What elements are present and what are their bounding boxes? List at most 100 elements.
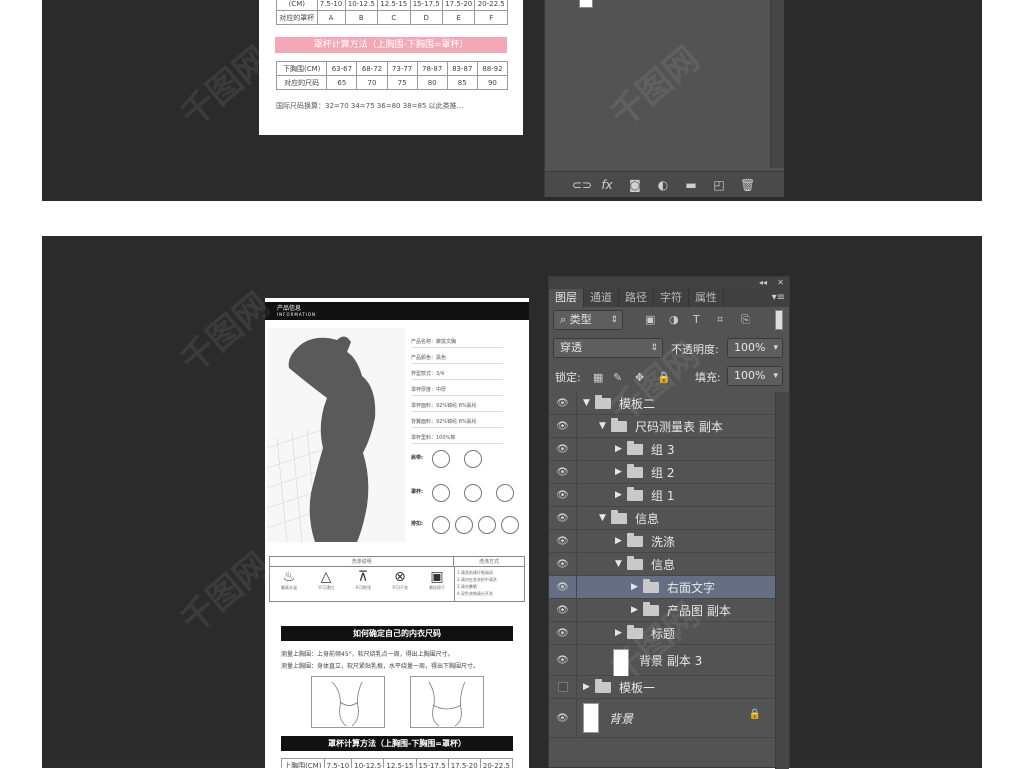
care-notes: 1.清洗前请仔细阅读 2.请勿在洗衣机中清洗 3.请勿暴晒 4.深色衣物请分开洗 — [454, 567, 524, 601]
expand-triangle-down-icon[interactable]: ▼ — [583, 392, 590, 414]
filter-toggle-switch[interactable] — [775, 310, 783, 330]
eye-visibility-icon[interactable]: 👁 — [549, 576, 577, 598]
layers-scrollbar[interactable] — [770, 0, 784, 168]
row-header-cell: (CM) — [276, 0, 318, 11]
layer-name: 组 3 — [651, 442, 675, 457]
cup-option-c — [496, 484, 514, 502]
collapse-triangle-right-icon[interactable]: ▶ — [615, 484, 622, 506]
layer-filter-select[interactable]: ⌕ 类型 ⇕ — [553, 310, 623, 330]
eye-visibility-icon[interactable]: 👁 — [549, 438, 577, 460]
layers-list: 👁 ▼ 模板二 👁 ▼ 尺码测量表 副本 👁 ▶ 组 3 👁 ▶ 组 2 👁 ▶ 组 1 👁 ▼ 信息 👁 ▶ 洗涤 👁 ▼… — [549, 392, 775, 738]
strap-option-label: 肩带: — [411, 455, 423, 461]
measure-instruction-1: 测量上胸围：上身前倾45°，软尺绕乳点一周，得出上胸围尺寸。 — [281, 651, 454, 658]
collapse-triangle-right-icon[interactable]: ▶ — [615, 461, 622, 483]
layers-scrollbar[interactable] — [775, 392, 789, 769]
eye-visibility-icon[interactable]: 👁 — [549, 415, 577, 437]
layer-row[interactable]: 👁 ▶ 组 2 — [549, 461, 775, 484]
double-chevron-left-icon[interactable]: ◂◂ — [759, 277, 767, 289]
collapse-triangle-right-icon[interactable]: ▶ — [631, 576, 638, 598]
collapse-triangle-right-icon[interactable]: ▶ — [631, 599, 638, 621]
opacity-value: 100% — [734, 341, 766, 354]
eye-visibility-icon[interactable]: 👁 — [549, 645, 577, 675]
collapse-triangle-right-icon[interactable]: ▶ — [615, 530, 622, 552]
layer-row[interactable]: 👁 ▼ 模板二 — [549, 392, 775, 415]
eye-visibility-icon[interactable]: 👁 — [549, 507, 577, 529]
link-layers-icon[interactable]: ⊂⊃ — [572, 178, 592, 192]
expand-triangle-down-icon[interactable]: ▼ — [599, 507, 606, 529]
table-cell: 15-17.5 — [409, 0, 443, 11]
eye-visibility-icon[interactable]: 👁 — [549, 461, 577, 483]
tab-4[interactable]: 属性 — [689, 289, 724, 307]
panel-menu-icon[interactable]: ▾≡ — [772, 289, 785, 307]
layer-row[interactable]: 👁 ▼ 信息 — [549, 553, 775, 576]
table-cell: 80 — [416, 75, 448, 90]
collapse-triangle-right-icon[interactable]: ▶ — [615, 438, 622, 460]
eye-visibility-icon[interactable]: 👁 — [549, 699, 577, 737]
layer-row[interactable]: 👁 ▶ 右面文字 — [549, 576, 775, 599]
tab-2[interactable]: 路径 — [619, 289, 654, 307]
pixel-filter-icon[interactable]: ▣ — [645, 313, 655, 326]
table-row: 下胸围(CM) 63-67 68-72 73-77 78-87 83-87 88-92 — [275, 61, 509, 76]
tab-1[interactable]: 通道 — [584, 289, 619, 307]
fill-input[interactable]: 100% ▾ — [727, 366, 783, 386]
layer-row[interactable]: 👁 背景 🔒 — [549, 699, 775, 738]
collapse-triangle-right-icon[interactable]: ▶ — [583, 676, 590, 698]
table-cell: C — [377, 10, 411, 25]
layer-row[interactable]: 👁 ▶ 标题 — [549, 622, 775, 645]
eye-visibility-icon[interactable]: 👁 — [549, 484, 577, 506]
opacity-input[interactable]: 100% ▾ — [727, 338, 783, 358]
smart-object-filter-icon[interactable]: ⎘ — [741, 313, 750, 327]
folder-icon — [643, 579, 659, 593]
close-icon[interactable]: ✕ — [777, 277, 784, 289]
lock-all-icon[interactable]: 🔒 — [657, 371, 671, 384]
adjustment-layer-icon[interactable]: ◐ — [656, 178, 670, 192]
strap-option-b — [464, 450, 482, 468]
tab-0[interactable]: 图层 — [549, 289, 584, 307]
visibility-off-checkbox[interactable] — [549, 676, 577, 698]
layer-row[interactable]: 👁 ▶ 组 1 — [549, 484, 775, 507]
strap-option-a — [432, 450, 450, 468]
spec-line: 罩杯厚度：中厚 — [411, 384, 503, 396]
type-filter-icon[interactable]: T — [693, 313, 700, 326]
eye-visibility-icon[interactable]: 👁 — [549, 392, 577, 414]
care-note-line: 2.请勿在洗衣机中清洗 — [457, 577, 497, 582]
delete-layer-trash-icon[interactable]: 🗑 — [740, 178, 755, 192]
lock-icon: 🔒 — [748, 709, 761, 720]
lock-image-brush-icon[interactable]: ✎ — [613, 371, 622, 384]
layer-row[interactable]: 👁 ▶ 组 3 — [549, 438, 775, 461]
layer-row[interactable]: 👁 ▼ 尺码测量表 副本 — [549, 415, 775, 438]
layer-row[interactable]: 👁 ▼ 信息 — [549, 507, 775, 530]
eye-visibility-icon[interactable]: 👁 — [549, 622, 577, 644]
table-cell: 83-87 — [446, 61, 478, 76]
tab-3[interactable]: 字符 — [654, 289, 689, 307]
chevron-down-icon[interactable]: ▾ — [773, 367, 778, 385]
care-symbol-label: 不可熨烫 — [355, 585, 371, 590]
layer-row[interactable]: 👁 背景 副本 3 — [549, 645, 775, 679]
table-cell: B — [344, 10, 379, 25]
spec-line: 产品颜色：黑色 — [411, 352, 503, 364]
collapse-triangle-right-icon[interactable]: ▶ — [615, 622, 622, 644]
new-group-folder-icon[interactable]: ▬ — [684, 178, 698, 192]
care-symbol-item: ▣ 悬挂晾干 — [422, 569, 452, 591]
layer-row[interactable]: ▶ 模板一 — [549, 676, 775, 699]
layer-row[interactable]: 👁 ▶ 洗涤 — [549, 530, 775, 553]
blend-mode-select[interactable]: 穿透 ⇕ — [553, 338, 663, 358]
layer-style-fx-icon[interactable]: fx — [600, 178, 614, 192]
eye-visibility-icon[interactable]: 👁 — [549, 599, 577, 621]
layer-row[interactable]: 👁 ▶ 产品图 副本 — [549, 599, 775, 622]
spec-line: 罩杯里料：100%棉 — [411, 432, 503, 444]
new-layer-icon[interactable]: ◰ — [712, 178, 726, 192]
care-instructions-box: 洗涤说明 洗涤方式 ♨ 最高水温 △ 不可漂白 ⊼ 不可熨烫 ⊗ 不可干洗 ▣ 悬挂晾干 1.清洗… — [269, 556, 525, 602]
expand-triangle-down-icon[interactable]: ▼ — [599, 415, 606, 437]
lock-position-move-icon[interactable]: ✥ — [635, 371, 644, 384]
shape-filter-icon[interactable]: ⌗ — [717, 313, 723, 327]
expand-triangle-down-icon[interactable]: ▼ — [615, 553, 622, 575]
adjustment-filter-icon[interactable]: ◑ — [669, 313, 679, 326]
table-cell: 85 — [446, 75, 478, 90]
eye-visibility-icon[interactable]: 👁 — [549, 553, 577, 575]
chevron-down-icon[interactable]: ▾ — [773, 339, 778, 357]
lock-transparent-icon[interactable]: ▦ — [593, 371, 603, 384]
eye-visibility-icon[interactable]: 👁 — [549, 530, 577, 552]
cup-option-b — [464, 484, 482, 502]
add-mask-icon[interactable]: ◙ — [628, 178, 642, 192]
